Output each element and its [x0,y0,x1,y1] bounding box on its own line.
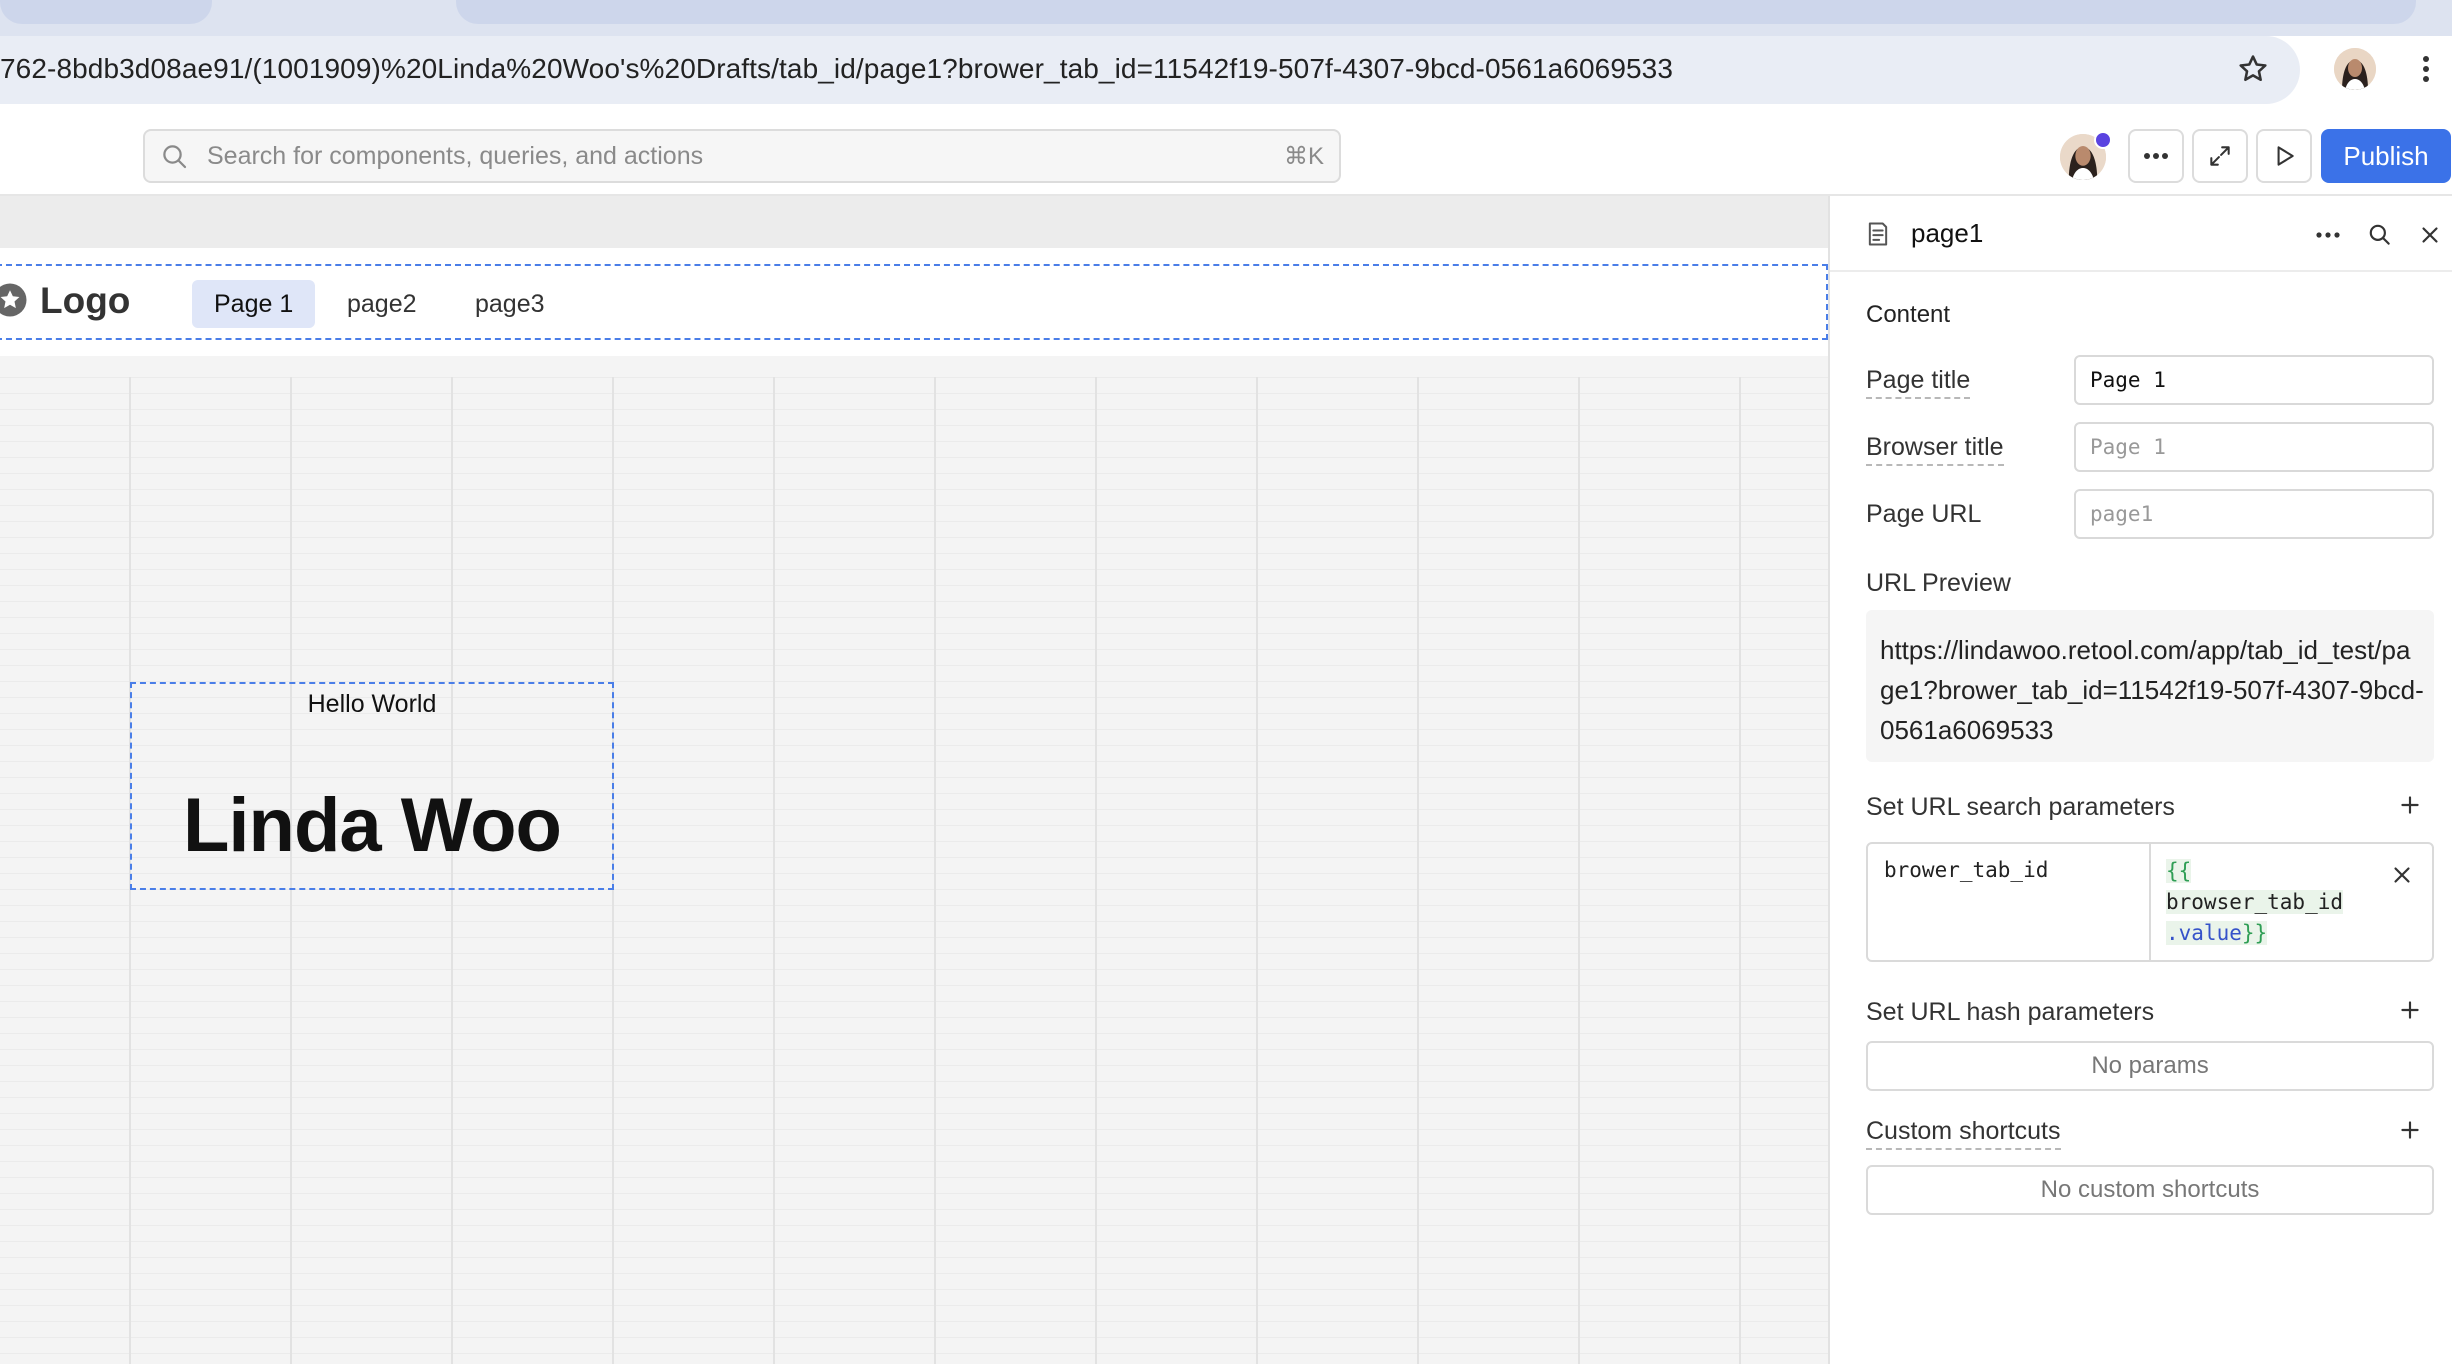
add-hash-param-icon[interactable] [2397,997,2423,1023]
url-preview-text: https://lindawoo.retool.com/app/tab_id_t… [1880,635,2424,745]
search-placeholder: Search for components, queries, and acti… [207,142,704,170]
page-title-label: Page title [1866,366,1971,399]
nav-tab-page2[interactable]: page2 [325,280,439,328]
app-canvas[interactable]: Logo Page 1 page2 page3 Hello World Lind… [0,196,1828,1364]
canvas-header-band [0,196,1828,248]
page-url-input[interactable]: page1 [2074,489,2434,539]
add-shortcut-icon[interactable] [2397,1117,2423,1143]
browser-title-input[interactable]: Page 1 [2074,422,2434,472]
bookmark-star-icon[interactable] [2236,52,2270,86]
page-url-label: Page URL [1866,500,1982,528]
custom-shortcuts-label: Custom shortcuts [1866,1117,2061,1150]
page-icon [1864,220,1892,248]
add-search-param-icon[interactable] [2397,792,2423,818]
search-icon[interactable] [2367,222,2393,248]
preview-button[interactable] [2256,129,2312,183]
param-value-input[interactable]: {{browser_tab_id .value}} [2166,856,2366,949]
presence-indicator [2094,131,2112,149]
publish-button[interactable]: Publish [2321,129,2451,183]
shortcuts-empty: No custom shortcuts [1866,1165,2434,1215]
url-text[interactable]: 762-8bdb3d08ae91/(1001909)%20Linda%20Woo… [0,53,1673,85]
hash-params-empty: No params [1866,1041,2434,1091]
page-title-input[interactable]: Page 1 [2074,355,2434,405]
heading-text: Linda Woo [183,783,562,868]
inspector-title: page1 [1911,218,1984,248]
nav-tab-page3[interactable]: page3 [453,280,567,328]
fullscreen-button[interactable] [2192,129,2248,183]
browser-tab-strip [0,0,2452,36]
browser-title-label: Browser title [1866,433,2004,466]
close-icon[interactable] [2417,222,2443,248]
url-preview-label: URL Preview [1866,569,2011,597]
content-section-title: Content [1866,301,1951,328]
search-params-label: Set URL search parameters [1866,793,2175,821]
play-icon [2277,146,2294,166]
param-key-input[interactable]: brower_tab_id [1884,858,2048,882]
search-shortcut-hint: ⌘K [1284,143,1325,170]
expand-icon [2210,146,2230,166]
hello-text: Hello World [307,690,437,718]
search-icon [160,142,190,172]
browser-tab[interactable] [0,0,212,24]
browser-menu-icon[interactable] [2416,52,2436,86]
remove-param-icon[interactable] [2389,862,2415,888]
more-icon[interactable] [2315,222,2341,248]
browser-tab[interactable] [456,0,2416,24]
hash-params-label: Set URL hash parameters [1866,998,2155,1026]
more-actions-button[interactable] [2128,129,2184,183]
logo-text: Logo [40,280,131,321]
params-divider [2149,844,2151,960]
profile-avatar[interactable] [2334,48,2376,90]
more-icon [2144,153,2168,159]
nav-tab-page1[interactable]: Page 1 [192,280,316,328]
logo-star-icon [0,282,28,318]
